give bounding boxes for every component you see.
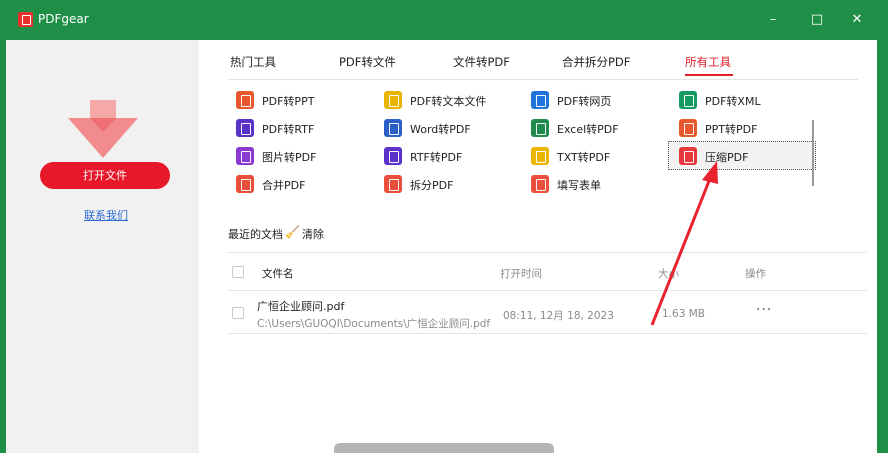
table-header: 文件名 打开时间 大小 操作 <box>228 253 867 291</box>
file-path: C:\Users\GUOQI\Documents\广恒企业顾问.pdf <box>257 318 491 330</box>
tool-txt-to-pdf[interactable]: TXT转PDF <box>531 145 661 167</box>
compress-icon <box>679 147 697 165</box>
broom-icon[interactable]: 🧹 <box>285 225 300 239</box>
file-opened-time: 08:11, 12月 18, 2023 <box>503 310 614 322</box>
sidebar: 打开文件 联系我们 <box>0 40 199 453</box>
pdfgear-logo-icon <box>18 12 33 27</box>
image-icon <box>236 147 254 165</box>
open-file-button[interactable]: 打开文件 <box>40 162 170 189</box>
tool-image-to-pdf[interactable]: 图片转PDF <box>236 145 366 167</box>
tab-merge-split[interactable]: 合并拆分PDF <box>562 54 630 70</box>
tool-tabs: 热门工具 PDF转文件 文件转PDF 合并拆分PDF 所有工具 <box>228 40 858 80</box>
tool-pdf-to-web[interactable]: PDF转网页 <box>531 89 661 111</box>
tool-compress-pdf[interactable]: 压缩PDF <box>668 141 816 170</box>
tool-pdf-to-ppt[interactable]: PDF转PPT <box>236 89 366 111</box>
tab-hot-tools[interactable]: 热门工具 <box>230 54 276 70</box>
rtf-icon <box>384 147 402 165</box>
tool-ppt-to-pdf[interactable]: PPT转PDF <box>679 117 809 139</box>
text-icon <box>384 91 402 109</box>
app-title: PDFgear <box>38 12 89 26</box>
split-icon <box>384 175 402 193</box>
tool-label: 图片转PDF <box>262 151 317 164</box>
tool-label: PPT转PDF <box>705 123 758 136</box>
xml-icon <box>679 91 697 109</box>
txt-icon <box>531 147 549 165</box>
tool-label: RTF转PDF <box>410 151 463 164</box>
clear-button[interactable]: 清除 <box>302 226 324 242</box>
ppt-icon <box>236 91 254 109</box>
tool-label: 拆分PDF <box>410 179 454 192</box>
tool-excel-to-pdf[interactable]: Excel转PDF <box>531 117 661 139</box>
column-header-name: 文件名 <box>262 268 294 280</box>
tool-label: 填写表单 <box>557 179 601 192</box>
tool-label: Word转PDF <box>410 123 471 136</box>
tool-label: TXT转PDF <box>557 151 611 164</box>
tab-file-to-pdf[interactable]: 文件转PDF <box>453 54 510 70</box>
contact-us-link[interactable]: 联系我们 <box>84 207 128 223</box>
column-header-actions: 操作 <box>745 268 766 280</box>
tools-scrollbar[interactable] <box>812 120 814 186</box>
excel-icon <box>531 119 549 137</box>
merge-icon <box>236 175 254 193</box>
title-bar: PDFgear – □ ✕ <box>0 0 888 40</box>
recent-documents-title: 最近的文档 <box>228 228 283 241</box>
tab-all-tools[interactable]: 所有工具 <box>685 54 731 70</box>
tool-label: PDF转文本文件 <box>410 95 487 108</box>
column-header-opened: 打开时间 <box>500 268 542 280</box>
close-button[interactable]: ✕ <box>844 8 870 32</box>
tool-label: PDF转PPT <box>262 95 315 108</box>
horizontal-scrollbar[interactable] <box>334 443 554 453</box>
form-icon <box>531 175 549 193</box>
tab-pdf-to-file[interactable]: PDF转文件 <box>339 54 396 70</box>
tool-rtf-to-pdf[interactable]: RTF转PDF <box>384 145 514 167</box>
file-name: 广恒企业顾问.pdf <box>257 300 345 313</box>
maximize-button[interactable]: □ <box>804 8 830 32</box>
tool-label: PDF转RTF <box>262 123 315 136</box>
tool-label: 合并PDF <box>262 179 306 192</box>
tool-label: PDF转XML <box>705 95 761 108</box>
tool-merge-pdf[interactable]: 合并PDF <box>236 173 366 195</box>
select-all-checkbox[interactable] <box>232 266 244 278</box>
tool-pdf-to-text[interactable]: PDF转文本文件 <box>384 89 514 111</box>
word-icon <box>384 119 402 137</box>
tool-fill-form[interactable]: 填写表单 <box>531 173 661 195</box>
file-size: 1.63 MB <box>662 308 705 320</box>
tool-label: 压缩PDF <box>705 151 749 164</box>
tool-label: Excel转PDF <box>557 123 619 136</box>
tool-word-to-pdf[interactable]: Word转PDF <box>384 117 514 139</box>
table-row[interactable]: 广恒企业顾问.pdf C:\Users\GUOQI\Documents\广恒企业… <box>228 292 867 334</box>
column-header-size: 大小 <box>658 268 679 280</box>
more-options-icon[interactable]: ··· <box>756 302 772 318</box>
download-arrow-icon <box>68 100 138 158</box>
minimize-button[interactable]: – <box>760 8 786 32</box>
rtf-icon <box>236 119 254 137</box>
web-icon <box>531 91 549 109</box>
window-border <box>877 40 888 453</box>
ppt-icon <box>679 119 697 137</box>
tool-pdf-to-rtf[interactable]: PDF转RTF <box>236 117 366 139</box>
tool-label: PDF转网页 <box>557 95 612 108</box>
row-checkbox[interactable] <box>232 307 244 319</box>
active-tab-indicator <box>685 74 733 76</box>
tool-split-pdf[interactable]: 拆分PDF <box>384 173 514 195</box>
tool-pdf-to-xml[interactable]: PDF转XML <box>679 89 809 111</box>
